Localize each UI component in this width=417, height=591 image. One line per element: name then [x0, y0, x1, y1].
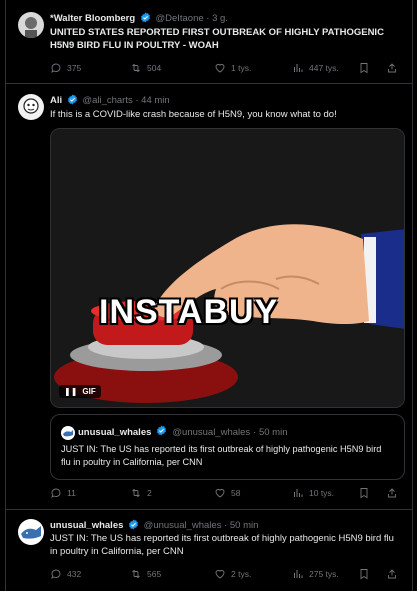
reply-count: 11 — [67, 488, 76, 498]
repost-icon — [132, 569, 140, 579]
reply-icon — [51, 63, 61, 73]
reply-count: 432 — [67, 569, 82, 579]
quote-timestamp: · 50 min — [253, 426, 288, 438]
gif-label: GIF — [82, 387, 96, 396]
view-count: 10 tys. — [309, 488, 335, 498]
like-count: 1 tys. — [231, 63, 252, 73]
repost-count: 2 — [147, 488, 152, 498]
repost-icon — [132, 488, 140, 498]
like-button[interactable]: 2 tys. — [214, 568, 251, 580]
author-name[interactable]: unusual_whales — [50, 520, 123, 531]
bookmark-icon — [360, 488, 368, 499]
share-icon — [388, 488, 396, 498]
share-button[interactable] — [386, 568, 398, 580]
whale-avatar-icon — [61, 425, 75, 440]
action-bar: 11 2 58 10 tys. — [50, 487, 398, 501]
reply-icon — [51, 488, 61, 498]
verified-icon — [140, 12, 151, 27]
reply-count: 375 — [67, 63, 82, 73]
share-button[interactable] — [386, 62, 398, 74]
bookmark-button[interactable] — [358, 568, 370, 580]
timestamp[interactable]: · 3 g. — [206, 13, 228, 24]
bookmark-button[interactable] — [358, 62, 370, 74]
views-button[interactable]: 10 tys. — [292, 487, 334, 499]
repost-count: 565 — [147, 569, 162, 579]
gif-caption: INSTABUY — [99, 293, 279, 331]
gif-badge[interactable]: ❚❚ GIF — [59, 385, 101, 398]
like-button[interactable]: 58 — [214, 487, 240, 499]
repost-button[interactable]: 504 — [130, 62, 161, 74]
view-count: 447 tys. — [309, 63, 339, 73]
avatar[interactable] — [18, 519, 44, 545]
like-button[interactable]: 1 tys. — [214, 62, 251, 74]
timestamp[interactable]: · 44 min — [135, 95, 169, 106]
tweet-header: *Walter Bloomberg @DeItaone · 3 g. — [50, 12, 228, 27]
like-count: 58 — [231, 488, 241, 498]
instabuy-gif-image — [51, 129, 404, 407]
avatar[interactable] — [18, 12, 44, 38]
quote-header: unusual_whales @unusual_whales · 50 min — [61, 425, 288, 440]
repost-count: 504 — [147, 63, 162, 73]
quoted-tweet[interactable]: unusual_whales @unusual_whales · 50 min … — [50, 414, 405, 480]
repost-button[interactable]: 2 — [130, 487, 152, 499]
verified-icon — [156, 425, 167, 440]
reply-button[interactable]: 375 — [50, 62, 81, 74]
timestamp[interactable]: · 50 min — [224, 520, 258, 531]
views-icon — [294, 64, 303, 72]
tweet-walter-bloomberg[interactable]: *Walter Bloomberg @DeItaone · 3 g. UNITE… — [6, 0, 412, 84]
action-bar: 432 565 2 tys. 275 tys. — [50, 568, 398, 582]
tweet-unusual-whales[interactable]: unusual_whales @unusual_whales · 50 min … — [6, 510, 412, 591]
pause-icon: ❚❚ — [64, 387, 78, 396]
heart-icon — [215, 569, 225, 579]
view-count: 275 tys. — [309, 569, 339, 579]
author-name[interactable]: Ali — [50, 95, 62, 106]
gif-media[interactable]: INSTABUY ❚❚ GIF — [50, 128, 405, 408]
heart-icon — [215, 488, 225, 498]
author-handle[interactable]: @DeItaone — [155, 13, 203, 24]
reply-button[interactable]: 11 — [50, 487, 76, 499]
tweet-ali-charts[interactable]: Ali @ali_charts · 44 min If this is a CO… — [6, 84, 412, 510]
reply-button[interactable]: 432 — [50, 568, 81, 580]
like-count: 2 tys. — [231, 569, 252, 579]
bookmark-icon — [360, 63, 368, 74]
tweet-header: Ali @ali_charts · 44 min — [50, 94, 170, 109]
quote-author-name[interactable]: unusual_whales — [78, 427, 151, 439]
quote-text: JUST IN: The US has reported its first o… — [61, 444, 382, 467]
tweet-text: If this is a COVID-like crash because of… — [50, 109, 337, 120]
avatar[interactable] — [18, 94, 44, 120]
views-icon — [294, 489, 303, 497]
verified-icon — [67, 94, 78, 109]
author-handle[interactable]: @unusual_whales — [144, 520, 222, 531]
timeline: *Walter Bloomberg @DeItaone · 3 g. UNITE… — [5, 0, 413, 591]
repost-icon — [132, 63, 140, 73]
reply-icon — [51, 569, 61, 579]
views-icon — [294, 570, 303, 578]
author-handle[interactable]: @ali_charts — [82, 95, 132, 106]
heart-icon — [215, 63, 225, 73]
share-icon — [388, 63, 396, 73]
action-bar: 375 504 1 tys. 447 tys. — [50, 62, 398, 76]
share-button[interactable] — [386, 487, 398, 499]
tweet-text: UNITED STATES REPORTED FIRST OUTBREAK OF… — [50, 27, 384, 51]
views-button[interactable]: 447 tys. — [292, 62, 339, 74]
bookmark-button[interactable] — [358, 487, 370, 499]
tweet-text: JUST IN: The US has reported its first o… — [50, 533, 394, 557]
share-icon — [388, 569, 396, 579]
quote-author-handle[interactable]: @unusual_whales — [172, 427, 250, 439]
bookmark-icon — [360, 569, 368, 580]
author-name[interactable]: *Walter Bloomberg — [50, 13, 135, 24]
views-button[interactable]: 275 tys. — [292, 568, 339, 580]
repost-button[interactable]: 565 — [130, 568, 161, 580]
